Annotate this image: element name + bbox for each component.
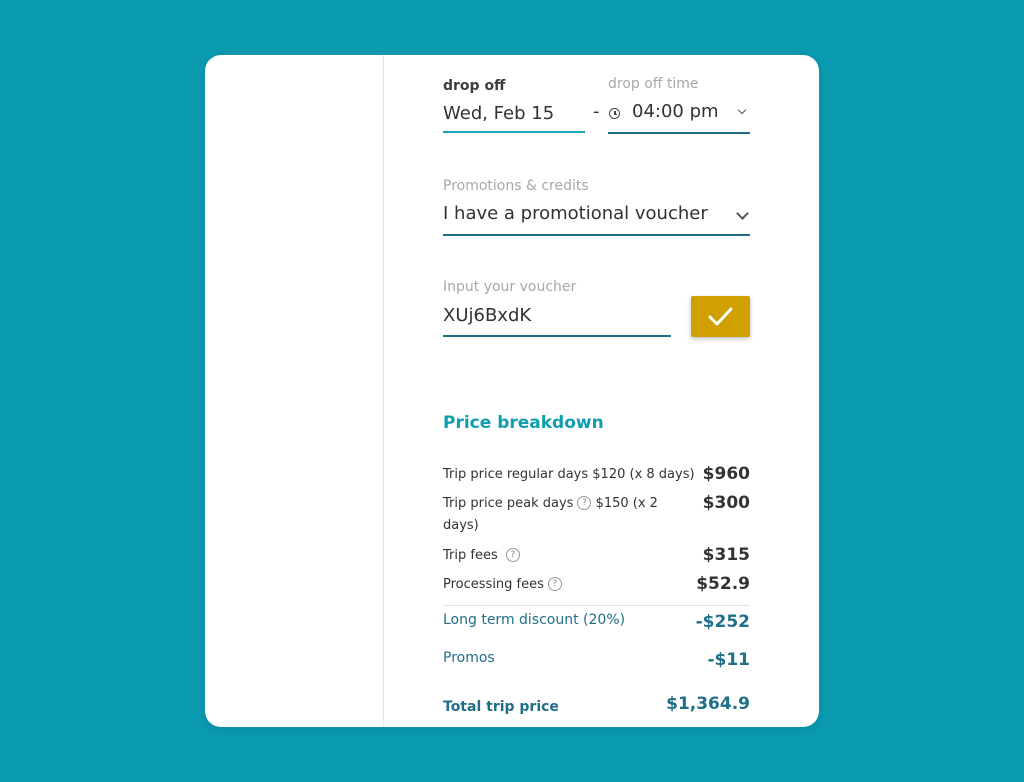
row-regular-days-amount: $960 <box>702 464 750 484</box>
row-promos-amount: -$11 <box>707 650 750 670</box>
row-processing-fees-label: Processing fees? <box>443 574 562 596</box>
row-peak-days-label-a: Trip price peak days <box>443 496 574 511</box>
total-amount: $1,364.9 <box>666 694 750 714</box>
voucher-label: Input your voucher <box>443 279 577 295</box>
dropoff-time-underline <box>608 132 750 134</box>
price-divider <box>443 605 750 606</box>
row-processing-fees-amount: $52.9 <box>696 574 750 594</box>
row-trip-fees-text: Trip fees <box>443 548 498 563</box>
chevron-down-icon <box>736 207 749 220</box>
row-discount-label: Long term discount (20%) <box>443 612 626 628</box>
dropoff-time-value: 04:00 pm <box>632 101 719 122</box>
row-discount-amount: -$252 <box>695 612 750 632</box>
row-promos-label: Promos <box>443 650 495 666</box>
dropoff-time-select[interactable]: 04:00 pm <box>608 99 750 131</box>
help-icon[interactable]: ? <box>547 577 562 591</box>
promotions-underline <box>443 234 750 236</box>
help-icon[interactable]: ? <box>577 496 592 510</box>
voucher-underline <box>443 335 671 337</box>
column-divider <box>383 55 384 727</box>
promotions-selected-value: I have a promotional voucher <box>443 203 708 224</box>
row-trip-fees-label: Trip fees ? <box>443 545 520 567</box>
row-processing-fees-text: Processing fees <box>443 577 544 592</box>
promotions-select[interactable]: I have a promotional voucher <box>443 201 750 233</box>
booking-card: drop off Wed, Feb 15 - drop off time 04:… <box>205 55 819 727</box>
help-icon[interactable]: ? <box>505 548 520 562</box>
promotions-label: Promotions & credits <box>443 178 589 194</box>
clock-icon <box>609 108 620 119</box>
date-time-separator: - <box>593 101 600 122</box>
voucher-input[interactable]: XUj6BxdK <box>443 305 671 326</box>
chevron-down-icon <box>737 105 747 115</box>
row-peak-days-label-c: days) <box>443 518 479 533</box>
check-icon <box>708 307 733 326</box>
dropoff-date-label: drop off <box>443 78 506 94</box>
row-peak-days-amount: $300 <box>702 493 750 513</box>
apply-voucher-button[interactable] <box>691 296 750 337</box>
row-trip-fees-amount: $315 <box>702 545 750 565</box>
dropoff-date-field[interactable]: Wed, Feb 15 <box>443 103 554 124</box>
dropoff-date-underline <box>443 131 585 133</box>
price-breakdown-title: Price breakdown <box>443 413 604 433</box>
dropoff-time-label: drop off time <box>608 76 699 92</box>
total-label: Total trip price <box>443 699 559 715</box>
